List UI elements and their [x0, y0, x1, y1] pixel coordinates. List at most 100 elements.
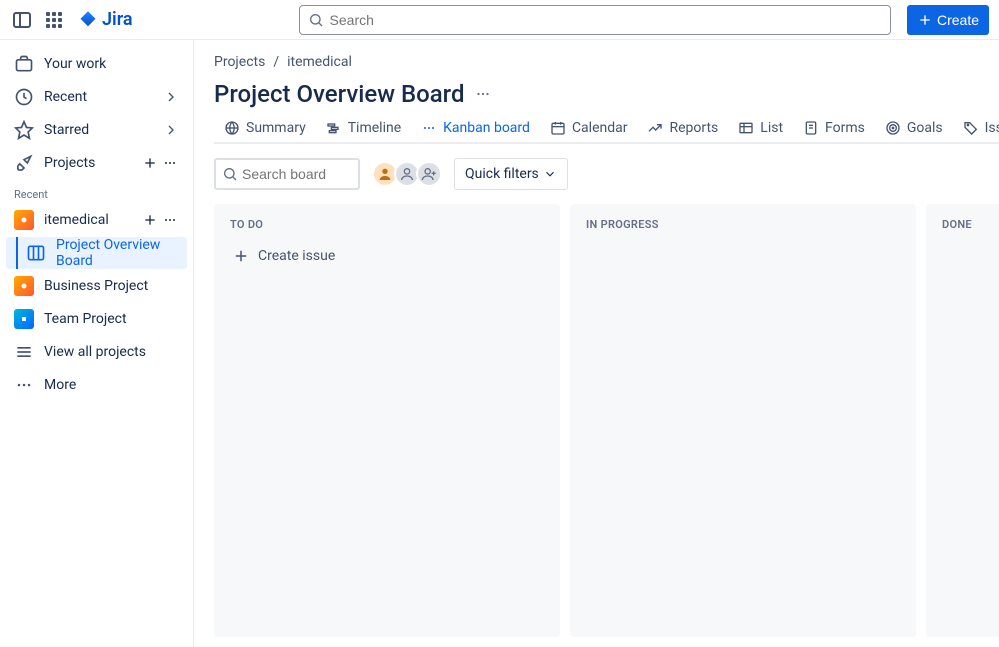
plus-icon	[232, 247, 250, 265]
more-icon	[421, 120, 437, 136]
sidebar-view-all-projects[interactable]: View all projects	[6, 336, 187, 368]
tag-icon	[963, 120, 979, 136]
sidebar-project-business[interactable]: Business Project	[6, 270, 187, 302]
board-column-done: DONE	[926, 204, 999, 637]
person-icon	[377, 166, 393, 182]
board-column-in-progress: IN PROGRESS	[570, 204, 916, 637]
calendar-icon	[550, 120, 566, 136]
add-project-button[interactable]	[141, 154, 159, 172]
star-icon	[14, 120, 34, 140]
sidebar-item-recent[interactable]: Recent	[6, 81, 187, 113]
tab-timeline[interactable]: Timeline	[316, 114, 411, 142]
tab-calendar[interactable]: Calendar	[540, 114, 638, 142]
tab-forms[interactable]: Forms	[793, 114, 875, 142]
top-bar: Jira Create	[0, 0, 999, 40]
sidebar-item-label: Recent	[44, 89, 153, 105]
sidebar-item-starred[interactable]: Starred	[6, 114, 187, 146]
search-icon	[222, 166, 238, 182]
sidebar-project-team[interactable]: Team Project	[6, 303, 187, 335]
tab-label: Forms	[825, 120, 865, 136]
board-search[interactable]	[214, 158, 360, 190]
more-icon	[474, 85, 492, 103]
plus-icon	[142, 212, 158, 228]
project-more-button[interactable]	[161, 211, 179, 229]
sidebar-item-label: itemedical	[44, 212, 131, 228]
quick-filters-label: Quick filters	[465, 166, 539, 182]
rocket-icon	[14, 153, 34, 173]
breadcrumb: Projects / itemedical	[214, 54, 999, 70]
tab-label: Issues	[985, 120, 999, 136]
board-search-input[interactable]	[242, 166, 352, 182]
jira-logo[interactable]: Jira	[78, 9, 133, 30]
tab-goals[interactable]: Goals	[875, 114, 953, 142]
more-icon	[14, 375, 34, 395]
chevron-right-icon	[163, 89, 179, 105]
tab-issues[interactable]: Issues	[953, 114, 999, 142]
sidebar-section-recent: Recent	[6, 180, 187, 203]
globe-icon	[224, 120, 240, 136]
create-issue-label: Create issue	[258, 248, 335, 264]
tab-label: Summary	[246, 120, 306, 136]
column-header[interactable]: TO DO	[214, 204, 560, 241]
plus-icon	[917, 12, 933, 28]
app-switcher-icon[interactable]	[42, 8, 66, 32]
column-header[interactable]: IN PROGRESS	[570, 204, 916, 241]
forms-icon	[803, 120, 819, 136]
sidebar: Your work Recent Starred Projects R	[0, 40, 194, 647]
chevron-right-icon	[163, 122, 179, 138]
project-add-button[interactable]	[141, 211, 159, 229]
page-title-more-button[interactable]	[474, 85, 492, 103]
sidebar-item-label: More	[44, 377, 179, 393]
person-plus-icon	[421, 166, 437, 182]
tab-label: Reports	[669, 120, 718, 136]
board-column-todo: TO DO Create issue	[214, 204, 560, 637]
tab-reports[interactable]: Reports	[637, 114, 728, 142]
column-header[interactable]: DONE	[926, 204, 999, 241]
tab-label: Calendar	[572, 120, 628, 136]
breadcrumb-projects[interactable]: Projects	[214, 54, 265, 70]
tab-label: Goals	[907, 120, 943, 136]
assignee-filter[interactable]	[372, 161, 442, 187]
person-icon	[399, 166, 415, 182]
sidebar-project-itemedical[interactable]: itemedical	[6, 204, 187, 236]
create-button-label: Create	[937, 12, 979, 28]
sidebar-toggle-icon[interactable]	[10, 8, 34, 32]
list-icon	[14, 342, 34, 362]
project-icon	[14, 276, 34, 296]
sidebar-item-label: Your work	[44, 56, 179, 72]
main-content: Projects / itemedical Project Overview B…	[194, 40, 999, 647]
sidebar-board-project-overview[interactable]: Project Overview Board	[6, 237, 187, 269]
sidebar-item-projects[interactable]: Projects	[6, 147, 187, 179]
sidebar-item-label: Business Project	[44, 278, 179, 294]
tab-kanban-board[interactable]: Kanban board	[411, 114, 540, 142]
clock-icon	[14, 87, 34, 107]
view-tabs: Summary Timeline Kanban board Calendar R…	[214, 114, 999, 144]
board-icon	[26, 243, 46, 263]
timeline-icon	[326, 120, 342, 136]
breadcrumb-separator: /	[273, 54, 279, 70]
add-assignee-button[interactable]	[416, 161, 442, 187]
filter-bar: Quick filters	[214, 144, 999, 204]
sidebar-item-your-work[interactable]: Your work	[6, 48, 187, 80]
sidebar-item-label: View all projects	[44, 344, 179, 360]
tab-label: List	[760, 120, 783, 136]
breadcrumb-project-name[interactable]: itemedical	[287, 54, 352, 70]
sidebar-item-label: Starred	[44, 122, 153, 138]
projects-more-button[interactable]	[161, 154, 179, 172]
chevron-down-icon	[543, 167, 557, 181]
tab-label: Timeline	[348, 120, 401, 136]
project-icon	[14, 309, 34, 329]
sidebar-more[interactable]: More	[6, 369, 187, 401]
tab-list[interactable]: List	[728, 114, 793, 142]
tab-label: Kanban board	[443, 120, 530, 136]
more-icon	[162, 212, 178, 228]
create-issue-button[interactable]: Create issue	[220, 241, 554, 271]
table-icon	[738, 120, 754, 136]
global-search[interactable]	[299, 5, 891, 35]
tab-summary[interactable]: Summary	[214, 114, 316, 142]
jira-logo-text: Jira	[102, 9, 133, 30]
quick-filters-dropdown[interactable]: Quick filters	[454, 158, 568, 190]
target-icon	[885, 120, 901, 136]
global-search-input[interactable]	[330, 12, 882, 28]
create-button[interactable]: Create	[907, 5, 989, 35]
